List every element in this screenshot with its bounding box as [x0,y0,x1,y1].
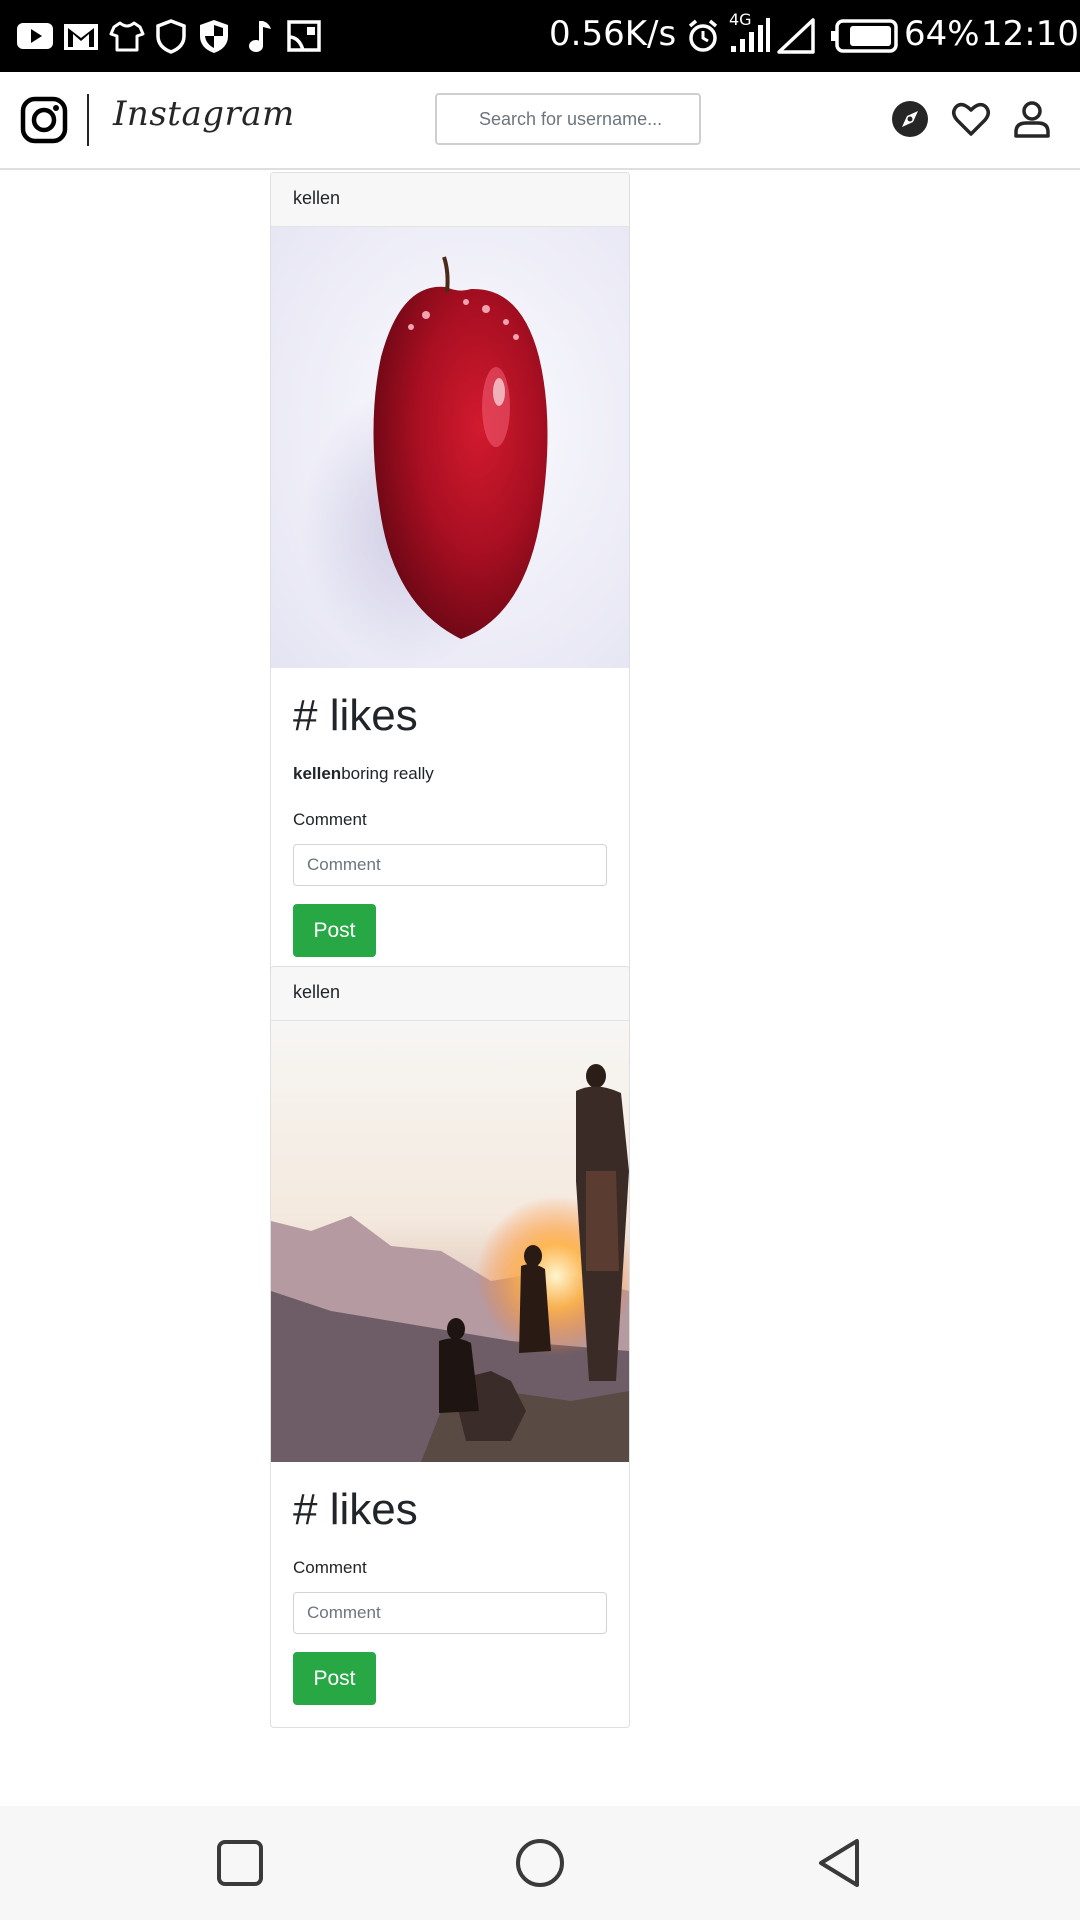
gmail-icon [64,24,98,50]
post-comment-button[interactable]: Post [293,904,376,957]
signal-icon [731,18,770,52]
music-note-icon [249,21,271,52]
home-circle-icon[interactable] [515,1838,565,1888]
heart-icon[interactable] [951,99,991,139]
post-username[interactable]: kellen [271,173,629,227]
battery-icon [831,19,898,53]
search-input[interactable] [435,93,701,145]
alarm-icon [688,19,718,52]
explore-icon[interactable] [890,99,930,139]
post-caption: kellenboring really [293,764,607,784]
mountain-sunset-photo [271,1021,629,1462]
likes-count: # likes [293,1485,418,1534]
comment-input[interactable] [293,1592,607,1634]
post-comment-button[interactable]: Post [293,1652,376,1705]
comment-label: Comment [293,810,367,829]
status-bar: 0.56K/s 4G 64% 12:10 [0,0,1080,72]
signal-empty-icon [777,18,815,54]
security-shield-icon [200,20,228,53]
comment-input[interactable] [293,844,607,886]
app-navbar: Instagram [0,72,1080,170]
battery-percent: 64% [904,14,980,54]
android-navigation-bar [0,1806,1080,1920]
apple-photo [271,227,629,668]
comment-label: Comment [293,1558,367,1577]
network-speed: 0.56K/s [549,14,677,54]
clock: 12:10 [981,14,1079,54]
likes-count: # likes [293,691,418,740]
shirt-icon [109,21,145,52]
shield-icon [156,19,186,54]
post-card: kellen # likes kellenboring really Comme… [270,172,630,980]
back-triangle-icon[interactable] [815,1838,865,1888]
post-card: kellen # likes Comment Comment Post [270,966,630,1728]
post-username[interactable]: kellen [271,967,629,1021]
cast-icon [287,20,321,52]
brand-wordmark[interactable]: Instagram [113,94,295,134]
instagram-logo-icon[interactable] [20,96,68,144]
profile-icon[interactable] [1012,99,1052,139]
brand-divider [87,94,89,146]
youtube-icon [17,23,53,49]
caption-text: boring really [341,764,434,783]
caption-username[interactable]: kellen [293,764,341,783]
recents-square-icon[interactable] [215,1838,265,1888]
